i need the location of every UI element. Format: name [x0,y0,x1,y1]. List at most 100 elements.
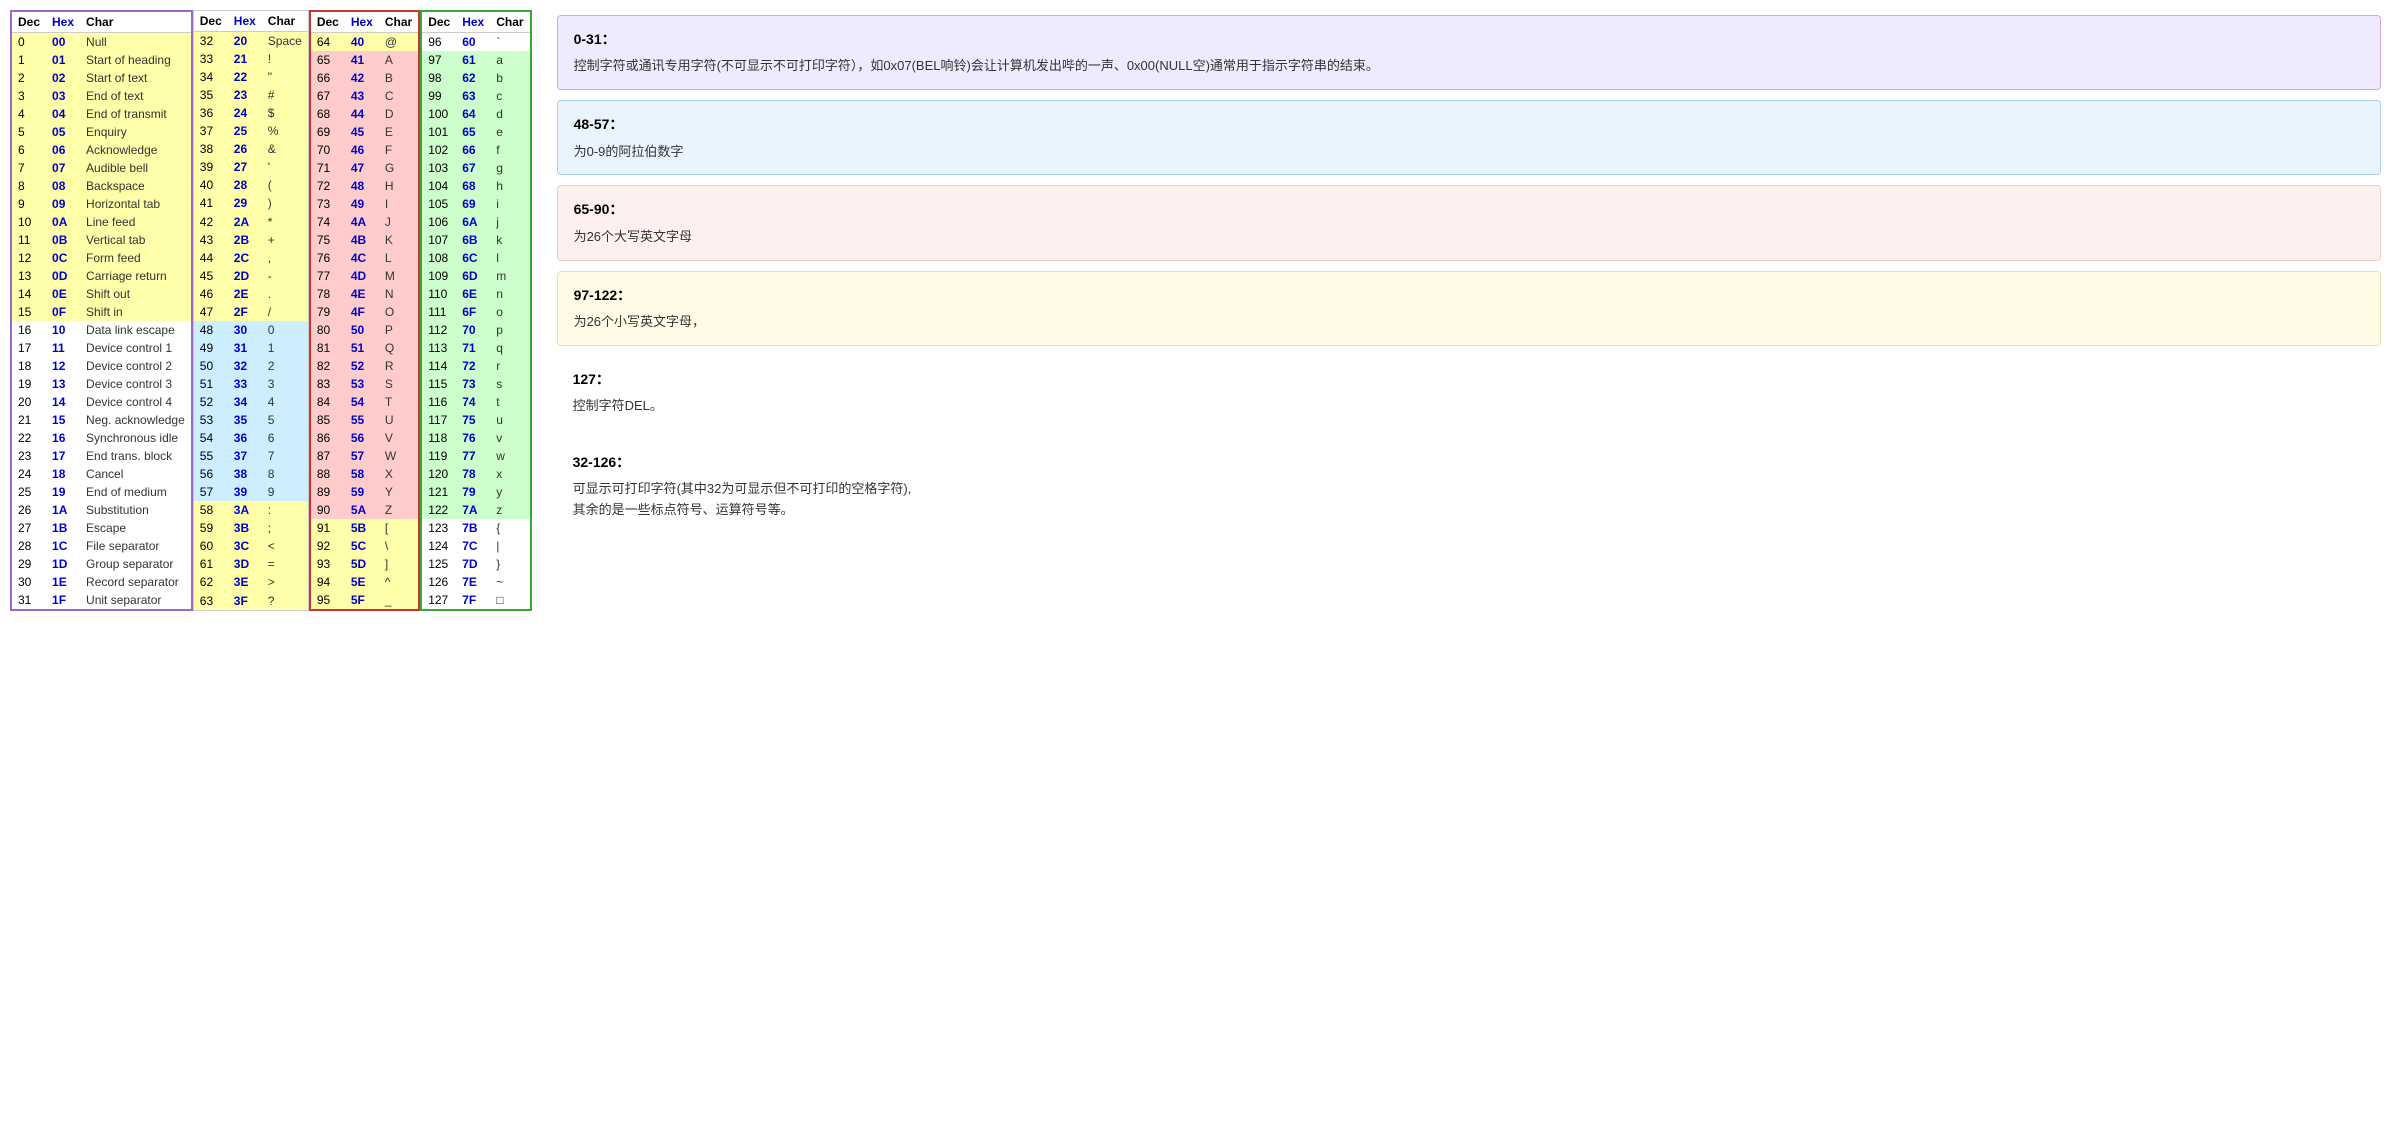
cell-hex: 01 [46,51,80,69]
table-row: 955F_ [310,591,419,610]
cell-hex: 5E [345,573,379,591]
cell-hex: 45 [345,123,379,141]
cell-char: ) [262,194,309,212]
cell-dec: 53 [193,411,228,429]
info-box-127: 127： 控制字符DEL。 [557,356,2381,429]
table-row: 140EShift out [11,285,192,303]
table-row: 774DM [310,267,419,285]
cell-dec: 52 [193,393,228,411]
cell-dec: 88 [310,465,345,483]
table-row: 8656V [310,429,419,447]
cell-hex: 5D [345,555,379,573]
table-row: 915B[ [310,519,419,537]
table-row: 8252R [310,357,419,375]
cell-dec: 14 [11,285,46,303]
cell-dec: 17 [11,339,46,357]
cell-hex: 63 [456,87,490,105]
table-row: 8757W [310,447,419,465]
cell-dec: 118 [421,429,456,447]
cell-hex: 0A [46,213,80,231]
cell-char: c [490,87,530,105]
cell-dec: 32 [193,32,228,51]
cell-char: | [490,537,530,555]
cell-char: , [262,249,309,267]
cell-hex: 24 [228,104,262,122]
cell-hex: 0B [46,231,80,249]
cell-dec: 76 [310,249,345,267]
cell-hex: 51 [345,339,379,357]
cell-char: l [490,249,530,267]
cell-char: = [262,555,309,573]
cell-hex: 03 [46,87,80,105]
cell-char: h [490,177,530,195]
cell-char: B [379,69,419,87]
cell-hex: 1A [46,501,80,519]
cell-hex: 44 [345,105,379,123]
cell-dec: 3 [11,87,46,105]
table-row: 130DCarriage return [11,267,192,285]
table-row: 1076Bk [421,231,530,249]
cell-char: r [490,357,530,375]
table-row: 51333 [193,375,308,393]
cell-dec: 96 [421,33,456,52]
cell-dec: 69 [310,123,345,141]
table-row: 281CFile separator [11,537,192,555]
cell-hex: 77 [456,447,490,465]
table-row: 150FShift in [11,303,192,321]
cell-hex: 53 [345,375,379,393]
info-panel: 0-31： 控制字符或通讯专用字符(不可显示不可打印字符），如0x07(BEL响… [552,10,2386,611]
cell-dec: 42 [193,212,228,230]
cell-char: q [490,339,530,357]
cell-char: Q [379,339,419,357]
table-row: 6642B [310,69,419,87]
table-row: 633F? [193,591,308,610]
table-col3: Dec Hex Char 6440@6541A6642B6743C6844D69… [309,10,420,611]
cell-hex: 46 [345,141,379,159]
cell-hex: 30 [228,321,262,339]
col3-hex-header: Hex [345,11,379,33]
cell-hex: 2A [228,212,262,230]
cell-dec: 110 [421,285,456,303]
cell-dec: 71 [310,159,345,177]
table-row: 9862b [421,69,530,87]
cell-hex: 49 [345,195,379,213]
table-row: 6541A [310,51,419,69]
cell-char: ] [379,555,419,573]
cell-char: Synchronous idle [80,429,192,447]
table-row: 9963c [421,87,530,105]
cell-char: > [262,573,309,591]
cell-char: _ [379,591,419,610]
cell-char: Z [379,501,419,519]
cell-hex: 66 [456,141,490,159]
cell-hex: 3B [228,519,262,537]
cell-dec: 79 [310,303,345,321]
cell-dec: 126 [421,573,456,591]
table-row: 50322 [193,357,308,375]
table-row: 1277F□ [421,591,530,610]
cell-char: ^ [379,573,419,591]
table-row: 110BVertical tab [11,231,192,249]
table-row: 8151Q [310,339,419,357]
table-row: 49311 [193,339,308,357]
cell-hex: 35 [228,411,262,429]
info-box-0-31: 0-31： 控制字符或通讯专用字符(不可显示不可打印字符），如0x07(BEL响… [557,15,2381,90]
cell-char: L [379,249,419,267]
info-title-0-31: 0-31： [574,28,2364,50]
table-row: 744AJ [310,213,419,231]
table-row: 1711Device control 1 [11,339,192,357]
table-row: 422A* [193,212,308,230]
cell-hex: 08 [46,177,80,195]
cell-char: g [490,159,530,177]
table-row: 11270p [421,321,530,339]
cell-hex: 56 [345,429,379,447]
cell-char: Device control 1 [80,339,192,357]
table-row: 8555U [310,411,419,429]
cell-dec: 81 [310,339,345,357]
cell-char: Null [80,33,192,52]
table-row: 301ERecord separator [11,573,192,591]
cell-hex: 3A [228,501,262,519]
cell-dec: 8 [11,177,46,195]
cell-char: X [379,465,419,483]
cell-char: Unit separator [80,591,192,610]
col4-hex-header: Hex [456,11,490,33]
